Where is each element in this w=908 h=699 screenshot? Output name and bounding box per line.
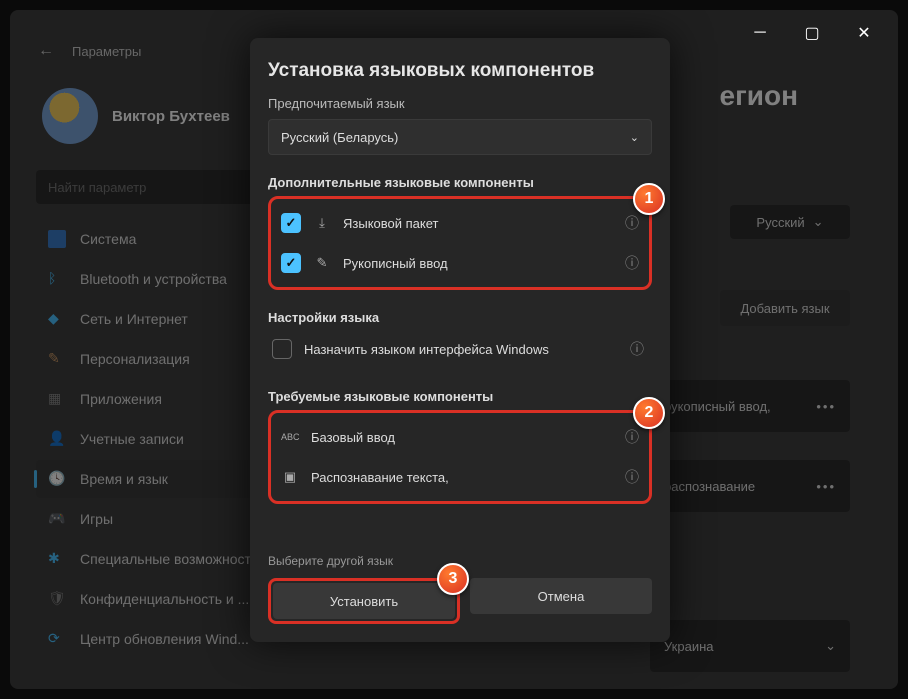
highlight-install: 3 Установить (268, 578, 460, 624)
cancel-button[interactable]: Отмена (470, 578, 652, 614)
ocr-icon: ▣ (281, 469, 299, 485)
checkbox-language-pack[interactable]: ✓ (281, 213, 301, 233)
minimize-button[interactable]: ─ (738, 18, 782, 48)
close-button[interactable]: ✕ (842, 18, 886, 48)
info-icon[interactable]: ⓘ (625, 253, 639, 273)
profile-name: Виктор Бухтеев (112, 108, 230, 125)
back-icon[interactable]: ← (38, 42, 54, 60)
required-ocr: ▣ Распознавание текста, ⓘ (273, 457, 647, 497)
checkbox-display-language[interactable] (272, 339, 292, 359)
required-basic-typing: ABC Базовый ввод ⓘ (273, 417, 647, 457)
info-icon[interactable]: ⓘ (625, 467, 639, 487)
basic-typing-icon: ABC (281, 432, 299, 442)
install-language-dialog: Установка языковых компонентов Предпочит… (250, 38, 670, 642)
language-settings-label: Настройки языка (268, 310, 652, 325)
dialog-title: Установка языковых компонентов (268, 60, 652, 82)
annotation-badge-3: 3 (437, 563, 469, 595)
option-language-pack[interactable]: ✓ ⤓ Языковой пакет ⓘ (273, 203, 647, 243)
language-pack-icon: ⤓ (313, 215, 331, 231)
optional-features-label: Дополнительные языковые компоненты (268, 175, 652, 190)
chevron-down-icon: ⌄ (813, 214, 824, 230)
info-icon[interactable]: ⓘ (630, 339, 644, 359)
handwriting-icon: ✎ (313, 255, 331, 271)
region-select[interactable]: Украина⌄ (650, 620, 850, 672)
language-row[interactable]: рукописный ввод,••• (650, 380, 850, 432)
required-features-label: Требуемые языковые компоненты (268, 389, 652, 404)
preferred-language-label: Предпочитаемый язык (268, 96, 652, 111)
more-icon[interactable]: ••• (816, 479, 836, 494)
avatar (42, 88, 98, 144)
annotation-badge-1: 1 (633, 183, 665, 215)
checkbox-handwriting[interactable]: ✓ (281, 253, 301, 273)
settings-window: ─ ▢ ✕ ← Параметры Виктор Бухтеев Система… (10, 10, 898, 689)
add-language-button[interactable]: Добавить язык (720, 290, 850, 326)
info-icon[interactable]: ⓘ (625, 213, 639, 233)
info-icon[interactable]: ⓘ (625, 427, 639, 447)
option-set-display-language[interactable]: Назначить языком интерфейса Windows ⓘ (268, 329, 652, 369)
install-button[interactable]: Установить (273, 583, 455, 619)
option-handwriting[interactable]: ✓ ✎ Рукописный ввод ⓘ (273, 243, 647, 283)
highlight-required: 2 ABC Базовый ввод ⓘ ▣ Распознавание тек… (268, 410, 652, 504)
chevron-down-icon: ⌄ (825, 638, 836, 654)
titlebar: ─ ▢ ✕ (726, 10, 898, 56)
preferred-language-select[interactable]: Русский (Беларусь) ⌄ (268, 119, 652, 155)
chevron-down-icon: ⌄ (630, 131, 639, 144)
breadcrumb: Параметры (72, 44, 141, 59)
windows-display-language-select[interactable]: Русский⌄ (730, 205, 850, 239)
profile[interactable]: Виктор Бухтеев (42, 88, 230, 144)
annotation-badge-2: 2 (633, 397, 665, 429)
more-icon[interactable]: ••• (816, 399, 836, 414)
highlight-optional: 1 ✓ ⤓ Языковой пакет ⓘ ✓ ✎ Рукописный вв… (268, 196, 652, 290)
maximize-button[interactable]: ▢ (790, 18, 834, 48)
language-row[interactable]: распознавание••• (650, 460, 850, 512)
